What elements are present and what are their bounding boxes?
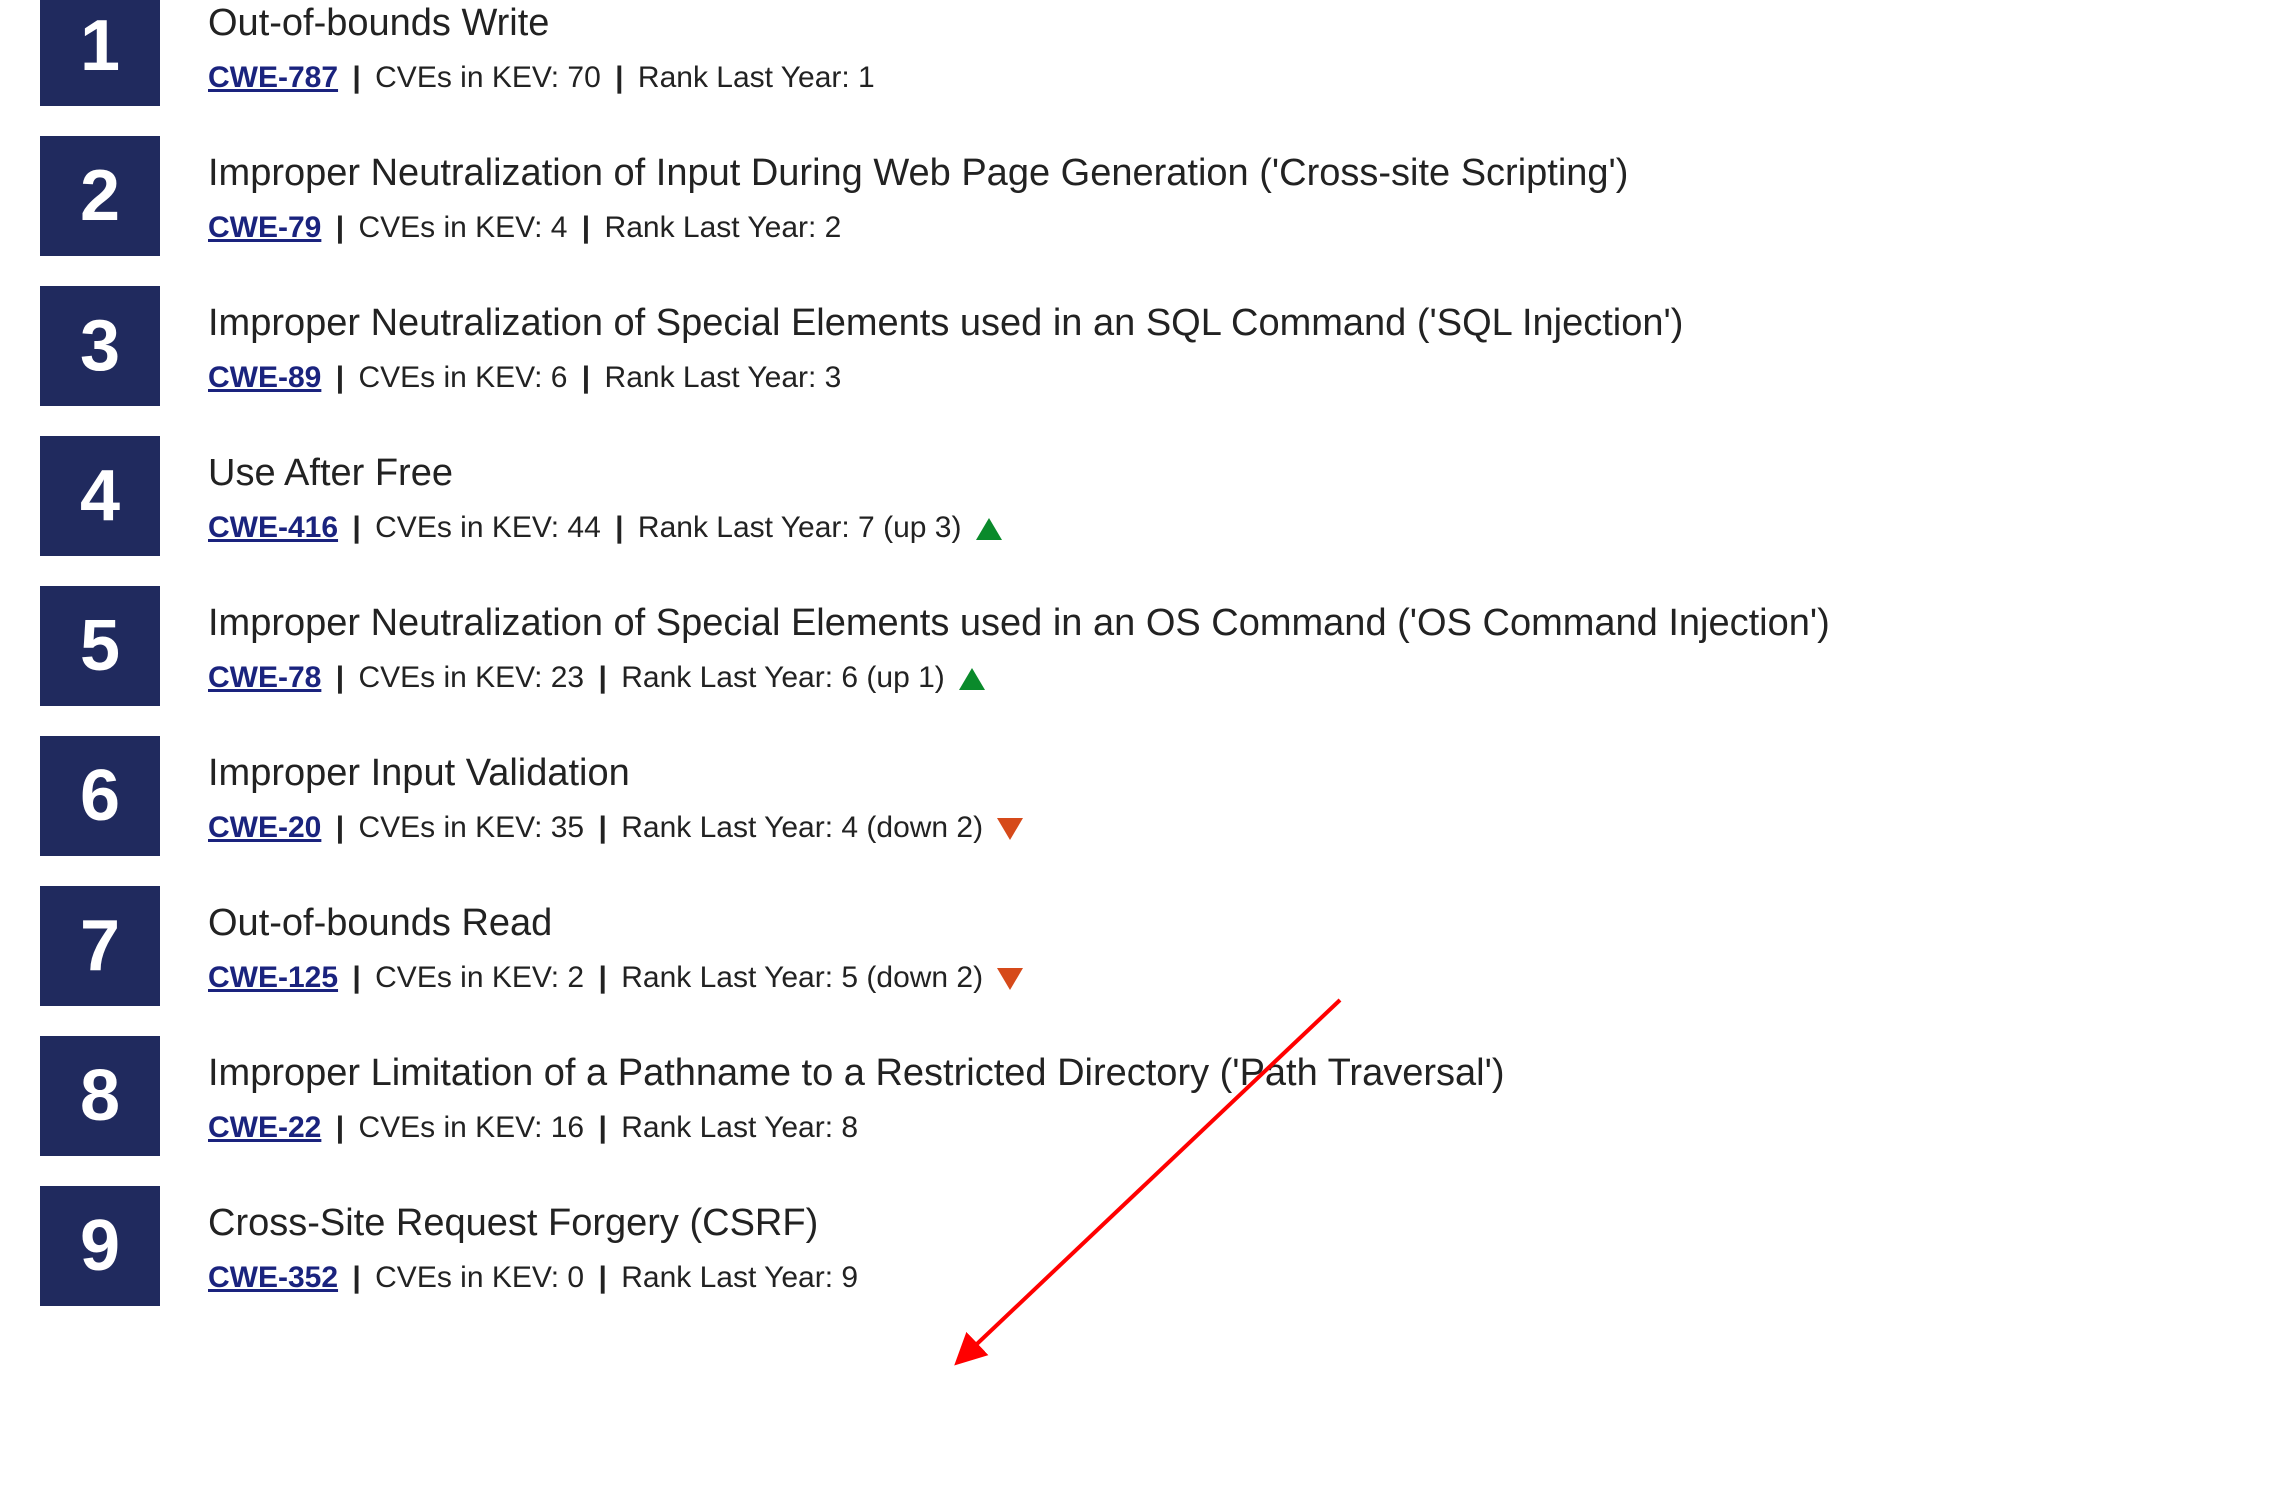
separator: | [609, 511, 629, 544]
separator: | [592, 961, 612, 994]
list-item-body: Improper Input Validation CWE-20 | CVEs … [208, 750, 2230, 847]
cwe-link[interactable]: CWE-22 [208, 1111, 321, 1144]
weakness-title: Improper Neutralization of Special Eleme… [208, 300, 2230, 348]
kev-count: CVEs in KEV: 2 [375, 961, 584, 994]
weakness-title: Improper Neutralization of Input During … [208, 150, 2230, 198]
separator: | [330, 1111, 350, 1144]
list-item-body: Improper Neutralization of Input During … [208, 150, 2230, 247]
rank-badge: 8 [40, 1036, 160, 1156]
cwe-link[interactable]: CWE-78 [208, 661, 321, 694]
cwe-link[interactable]: CWE-416 [208, 511, 338, 544]
rank-last-year: Rank Last Year: 9 [621, 1261, 858, 1294]
separator: | [330, 211, 350, 244]
weakness-title: Improper Limitation of a Pathname to a R… [208, 1050, 2230, 1098]
trend-down-icon [997, 968, 1023, 990]
rank-last-year: Rank Last Year: 1 [638, 61, 875, 94]
weakness-meta: CWE-20 | CVEs in KEV: 35 | Rank Last Yea… [208, 808, 2230, 847]
separator: | [576, 361, 596, 394]
kev-count: CVEs in KEV: 23 [358, 661, 584, 694]
cwe-top-list: 1 Out-of-bounds Write CWE-787 | CVEs in … [0, 0, 2270, 1502]
list-item: 1 Out-of-bounds Write CWE-787 | CVEs in … [40, 0, 2230, 106]
kev-count: CVEs in KEV: 70 [375, 61, 601, 94]
rank-badge: 3 [40, 286, 160, 406]
weakness-title: Improper Neutralization of Special Eleme… [208, 600, 2230, 648]
rank-badge: 7 [40, 886, 160, 1006]
list-item: 8 Improper Limitation of a Pathname to a… [40, 1050, 2230, 1156]
cwe-link[interactable]: CWE-125 [208, 961, 338, 994]
rank-last-year: Rank Last Year: 8 [621, 1111, 858, 1144]
kev-count: CVEs in KEV: 44 [375, 511, 601, 544]
rank-last-year: Rank Last Year: 4 (down 2) [621, 811, 983, 844]
kev-count: CVEs in KEV: 6 [358, 361, 567, 394]
rank-badge: 5 [40, 586, 160, 706]
separator: | [346, 961, 366, 994]
separator: | [330, 661, 350, 694]
weakness-meta: CWE-352 | CVEs in KEV: 0 | Rank Last Yea… [208, 1258, 2230, 1297]
list-item-body: Improper Limitation of a Pathname to a R… [208, 1050, 2230, 1147]
list-item: 2 Improper Neutralization of Input Durin… [40, 150, 2230, 256]
separator: | [576, 211, 596, 244]
trend-down-icon [997, 818, 1023, 840]
list-item-body: Out-of-bounds Read CWE-125 | CVEs in KEV… [208, 900, 2230, 997]
rank-last-year: Rank Last Year: 2 [605, 211, 842, 244]
separator: | [592, 1261, 612, 1294]
weakness-meta: CWE-125 | CVEs in KEV: 2 | Rank Last Yea… [208, 958, 2230, 997]
separator: | [592, 1111, 612, 1144]
rank-badge: 4 [40, 436, 160, 556]
cwe-link[interactable]: CWE-787 [208, 61, 338, 94]
list-item-body: Improper Neutralization of Special Eleme… [208, 300, 2230, 397]
weakness-title: Use After Free [208, 450, 2230, 498]
trend-up-icon [976, 518, 1002, 540]
cwe-link[interactable]: CWE-89 [208, 361, 321, 394]
list-item-body: Out-of-bounds Write CWE-787 | CVEs in KE… [208, 0, 2230, 97]
rank-last-year: Rank Last Year: 5 (down 2) [621, 961, 983, 994]
list-item-body: Use After Free CWE-416 | CVEs in KEV: 44… [208, 450, 2230, 547]
list-item: 4 Use After Free CWE-416 | CVEs in KEV: … [40, 450, 2230, 556]
list-item: 5 Improper Neutralization of Special Ele… [40, 600, 2230, 706]
list-item: 3 Improper Neutralization of Special Ele… [40, 300, 2230, 406]
weakness-meta: CWE-78 | CVEs in KEV: 23 | Rank Last Yea… [208, 658, 2230, 697]
rank-badge: 2 [40, 136, 160, 256]
weakness-meta: CWE-89 | CVEs in KEV: 6 | Rank Last Year… [208, 358, 2230, 397]
weakness-meta: CWE-79 | CVEs in KEV: 4 | Rank Last Year… [208, 208, 2230, 247]
separator: | [592, 661, 612, 694]
list-item: 6 Improper Input Validation CWE-20 | CVE… [40, 750, 2230, 856]
list-item: 9 Cross-Site Request Forgery (CSRF) CWE-… [40, 1200, 2230, 1306]
separator: | [592, 811, 612, 844]
rank-last-year: Rank Last Year: 6 (up 1) [621, 661, 945, 694]
kev-count: CVEs in KEV: 16 [358, 1111, 584, 1144]
kev-count: CVEs in KEV: 0 [375, 1261, 584, 1294]
separator: | [609, 61, 629, 94]
separator: | [330, 361, 350, 394]
cwe-link[interactable]: CWE-79 [208, 211, 321, 244]
rank-last-year: Rank Last Year: 7 (up 3) [638, 511, 962, 544]
weakness-title: Out-of-bounds Read [208, 900, 2230, 948]
weakness-meta: CWE-787 | CVEs in KEV: 70 | Rank Last Ye… [208, 58, 2230, 97]
separator: | [346, 511, 366, 544]
rank-badge: 1 [40, 0, 160, 106]
rank-badge: 6 [40, 736, 160, 856]
list-item: 7 Out-of-bounds Read CWE-125 | CVEs in K… [40, 900, 2230, 1006]
separator: | [346, 61, 366, 94]
cwe-link[interactable]: CWE-352 [208, 1261, 338, 1294]
weakness-title: Improper Input Validation [208, 750, 2230, 798]
rank-badge: 9 [40, 1186, 160, 1306]
trend-up-icon [959, 668, 985, 690]
separator: | [330, 811, 350, 844]
weakness-meta: CWE-416 | CVEs in KEV: 44 | Rank Last Ye… [208, 508, 2230, 547]
separator: | [346, 1261, 366, 1294]
cwe-link[interactable]: CWE-20 [208, 811, 321, 844]
kev-count: CVEs in KEV: 4 [358, 211, 567, 244]
list-item-body: Cross-Site Request Forgery (CSRF) CWE-35… [208, 1200, 2230, 1297]
kev-count: CVEs in KEV: 35 [358, 811, 584, 844]
weakness-title: Out-of-bounds Write [208, 0, 2230, 48]
weakness-meta: CWE-22 | CVEs in KEV: 16 | Rank Last Yea… [208, 1108, 2230, 1147]
rank-last-year: Rank Last Year: 3 [605, 361, 842, 394]
weakness-title: Cross-Site Request Forgery (CSRF) [208, 1200, 2230, 1248]
list-item-body: Improper Neutralization of Special Eleme… [208, 600, 2230, 697]
